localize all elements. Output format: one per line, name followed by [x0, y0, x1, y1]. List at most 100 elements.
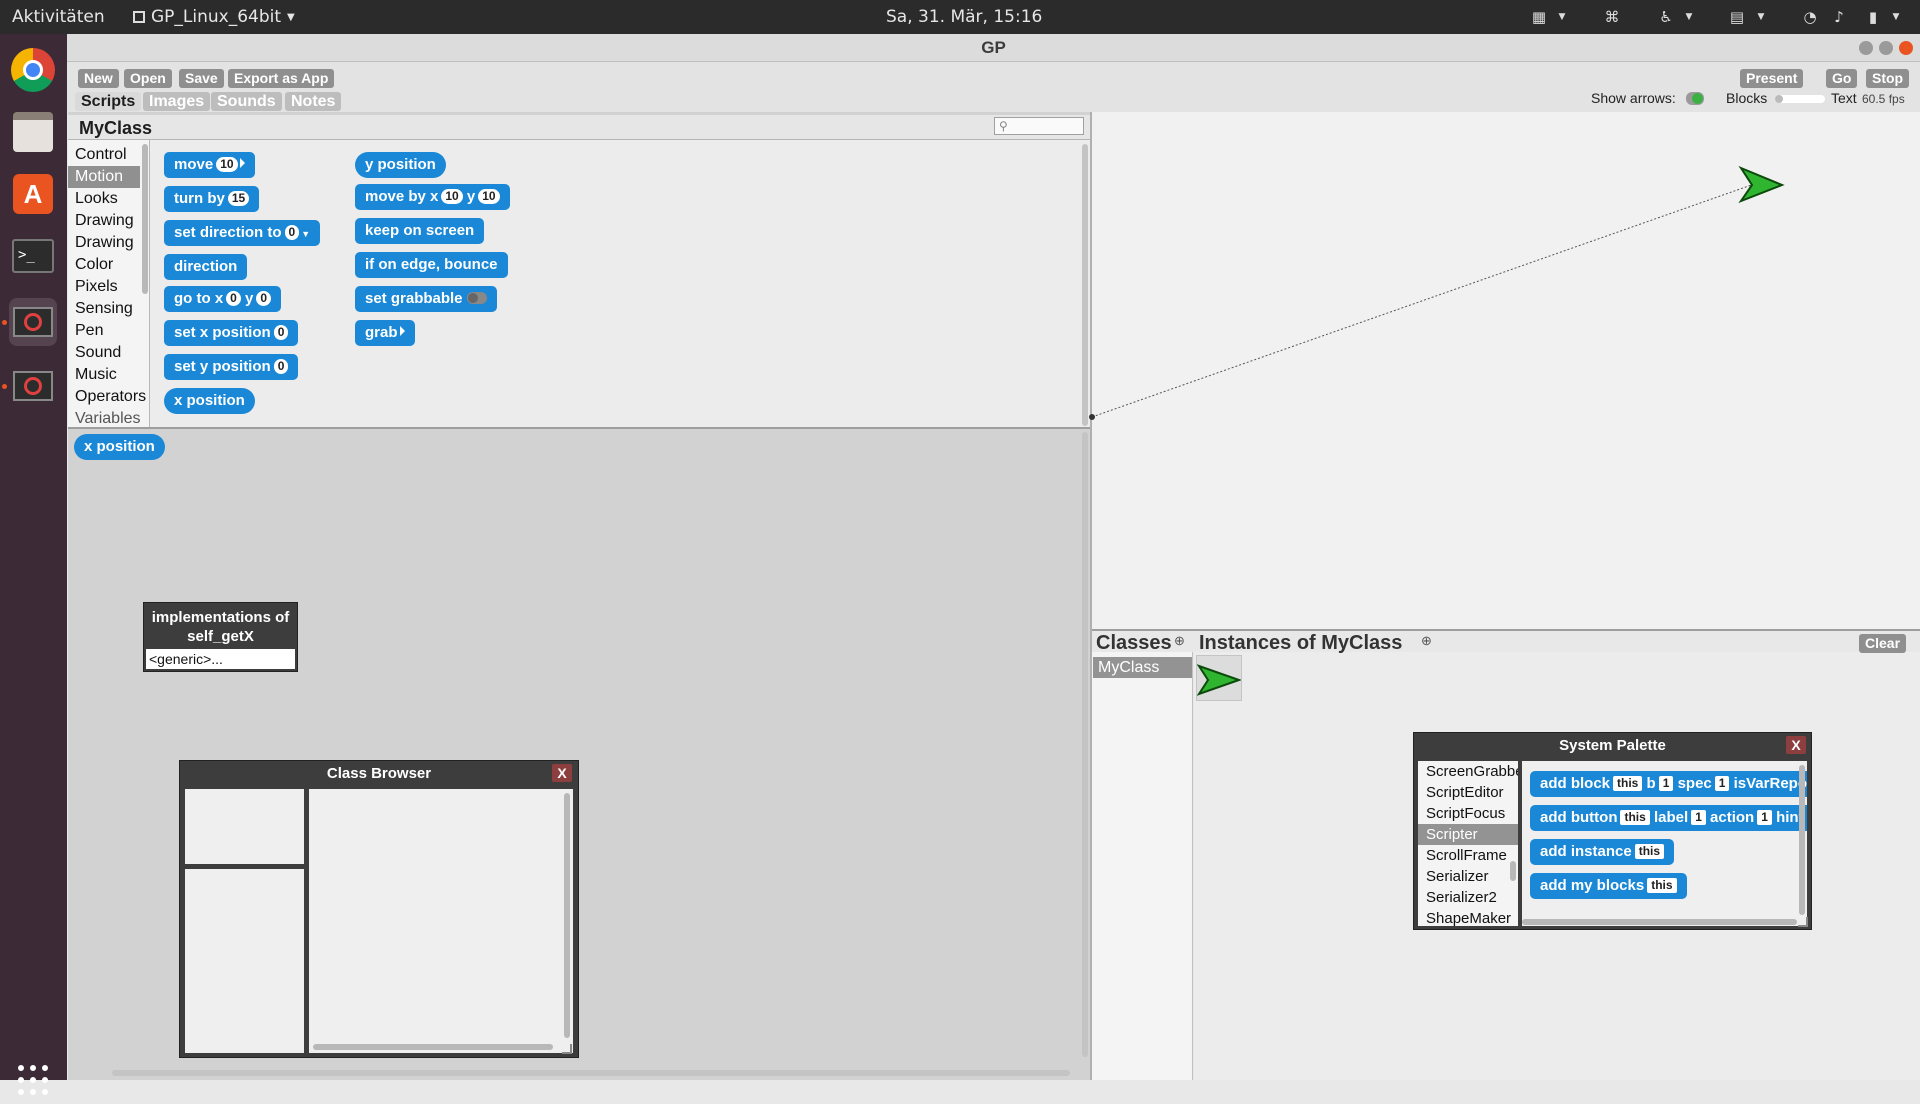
wifi-icon[interactable]: ◔: [1801, 8, 1819, 26]
files-launcher[interactable]: [9, 108, 57, 156]
block-y-position[interactable]: y position: [355, 152, 446, 178]
chevron-down-icon[interactable]: ▼: [301, 229, 310, 239]
block-add-block[interactable]: add blockthis b1 spec1 isVarReporter: [1530, 771, 1807, 797]
system-class-item[interactable]: ShapeMaker: [1418, 908, 1518, 926]
search-input[interactable]: ⚲: [994, 117, 1084, 135]
tab-notes[interactable]: Notes: [285, 92, 342, 111]
block-turn-by[interactable]: turn by 15: [164, 186, 260, 212]
terminal-launcher[interactable]: >_: [9, 232, 57, 280]
clock[interactable]: Sa, 31. Mär, 15:16: [886, 7, 1042, 27]
go-button[interactable]: Go: [1826, 69, 1858, 88]
block-x-position[interactable]: x position: [164, 388, 255, 414]
category-pixels[interactable]: Pixels: [75, 276, 118, 298]
software-center-launcher[interactable]: A: [9, 170, 57, 218]
resize-handle[interactable]: [562, 1044, 572, 1054]
accessibility-icon[interactable]: ♿: [1657, 8, 1675, 26]
block-set-y[interactable]: set y position 0: [164, 354, 299, 380]
block-input[interactable]: 0: [273, 325, 289, 340]
block-keep-on-screen[interactable]: keep on screen: [355, 218, 485, 244]
block-move-by[interactable]: move by x 10 y 10: [355, 184, 510, 210]
class-item-myclass[interactable]: MyClass: [1093, 657, 1192, 678]
close-button[interactable]: X: [552, 764, 572, 782]
scripts-h-scrollbar[interactable]: [112, 1070, 1070, 1076]
block-add-button[interactable]: add button this label 1 action 1 hint: [1530, 805, 1807, 831]
add-instance-icon[interactable]: ⊕: [1421, 633, 1432, 649]
system-class-scrollbar[interactable]: [1510, 861, 1516, 881]
category-drawing[interactable]: Drawing: [75, 210, 134, 232]
category-music[interactable]: Music: [75, 364, 117, 386]
category-looks[interactable]: Looks: [75, 188, 118, 210]
battery-icon[interactable]: ▮: [1864, 8, 1882, 26]
app-menu[interactable]: GP_Linux_64bit ▼: [133, 7, 295, 27]
clear-button[interactable]: Clear: [1859, 634, 1907, 653]
block-if-on-edge-bounce[interactable]: if on edge, bounce: [355, 252, 508, 278]
stop-button[interactable]: Stop: [1866, 69, 1910, 88]
implementation-item[interactable]: <generic>...: [146, 649, 295, 669]
block-go-to[interactable]: go to x0 y0: [164, 286, 282, 312]
block-add-instance[interactable]: add instance this: [1530, 839, 1675, 865]
category-sound[interactable]: Sound: [75, 342, 121, 364]
open-button[interactable]: Open: [124, 69, 172, 88]
minimize-button[interactable]: [1859, 41, 1873, 55]
add-class-icon[interactable]: ⊕: [1174, 633, 1185, 649]
script-block-x-position[interactable]: x position: [74, 434, 165, 460]
class-list[interactable]: [185, 789, 304, 864]
block-input[interactable]: 10: [478, 189, 500, 204]
block-input[interactable]: 0: [256, 291, 272, 306]
workspace-icon[interactable]: ▦: [1530, 8, 1548, 26]
show-arrows-toggle[interactable]: [1686, 92, 1704, 105]
block-input[interactable]: 1: [1757, 810, 1772, 825]
tab-images[interactable]: Images: [143, 92, 211, 111]
system-class-item[interactable]: Serializer2: [1418, 887, 1518, 908]
gp-launcher-2[interactable]: [9, 362, 57, 410]
clipboard-icon[interactable]: ▤: [1728, 8, 1746, 26]
block-direction[interactable]: direction: [164, 254, 248, 280]
toggle-switch[interactable]: [466, 292, 487, 304]
block-grab[interactable]: grab: [355, 320, 415, 346]
code-h-scrollbar[interactable]: [313, 1044, 553, 1050]
block-input[interactable]: 1: [1691, 810, 1706, 825]
category-sensing[interactable]: Sensing: [75, 298, 133, 320]
block-set-grabbable[interactable]: set grabbable: [355, 286, 497, 312]
block-input[interactable]: 15: [227, 191, 250, 206]
instance-thumbnail[interactable]: [1196, 655, 1243, 701]
block-add-my-blocks[interactable]: add my blocks this: [1530, 873, 1687, 899]
divider[interactable]: [1092, 629, 1920, 631]
blocks-text-slider[interactable]: [1775, 95, 1825, 103]
system-class-item[interactable]: ScriptFocus: [1418, 803, 1518, 824]
block-input[interactable]: 10: [216, 157, 238, 172]
divider[interactable]: [68, 427, 1091, 429]
block-set-direction[interactable]: set direction to 0 ▼: [164, 220, 321, 246]
implementations-popup[interactable]: implementations of self_getX <generic>..…: [143, 602, 298, 672]
block-move[interactable]: move 10: [164, 152, 255, 178]
block-input[interactable]: this: [1613, 776, 1643, 791]
system-class-item[interactable]: Serializer: [1418, 866, 1518, 887]
method-list[interactable]: [185, 869, 304, 1053]
expand-arrow-icon[interactable]: [239, 158, 245, 168]
category-pen[interactable]: Pen: [75, 320, 103, 342]
volume-icon[interactable]: ♪: [1830, 8, 1848, 26]
system-class-item[interactable]: Scripter: [1418, 824, 1518, 845]
chrome-launcher[interactable]: [9, 46, 57, 94]
block-set-x[interactable]: set x position 0: [164, 320, 299, 346]
block-input[interactable]: 1: [1658, 776, 1674, 791]
activities-button[interactable]: Aktivitäten: [12, 7, 105, 27]
system-class-item[interactable]: ScriptEditor: [1418, 782, 1518, 803]
tab-sounds[interactable]: Sounds: [211, 92, 282, 111]
category-control[interactable]: Control: [75, 144, 127, 166]
block-input[interactable]: this: [1647, 878, 1677, 893]
code-scrollbar[interactable]: [564, 793, 570, 1038]
block-input[interactable]: this: [1620, 810, 1650, 825]
category-drawing-2[interactable]: Drawing: [75, 232, 134, 254]
block-input[interactable]: 0: [226, 291, 241, 306]
system-class-item[interactable]: ScrollFrame: [1418, 845, 1518, 866]
resize-handle[interactable]: [1798, 917, 1808, 927]
input-method-icon[interactable]: ⌘: [1603, 8, 1621, 26]
block-input[interactable]: 0: [284, 225, 300, 240]
save-button[interactable]: Save: [179, 69, 224, 88]
category-scrollbar[interactable]: [142, 144, 148, 294]
category-motion[interactable]: Motion: [68, 166, 140, 188]
close-window-button[interactable]: [1899, 41, 1913, 55]
block-input[interactable]: this: [1634, 844, 1665, 859]
new-button[interactable]: New: [78, 69, 119, 88]
